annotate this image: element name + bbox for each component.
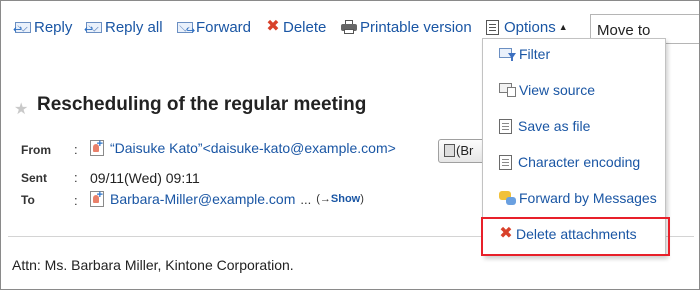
- to-value: + Barbara-Miller@example.com ... (→Show): [90, 190, 364, 207]
- move-to-label: Move to: [597, 22, 651, 39]
- menu-item-character-encoding[interactable]: Character encoding: [499, 152, 640, 172]
- forward-icon: ↪: [177, 21, 195, 36]
- message-body: Attn: Ms. Barbara Miller, Kintone Corpor…: [12, 257, 294, 273]
- sent-label: Sent: [21, 171, 48, 185]
- reply-all-icon: ↩: [84, 21, 102, 35]
- from-label: From: [21, 143, 51, 157]
- sent-value: 09/11(Wed) 09:11: [90, 170, 200, 186]
- delete-label: Delete: [283, 18, 327, 36]
- options-label: Options: [504, 18, 556, 36]
- delete-button[interactable]: ✖ Delete: [266, 17, 326, 37]
- reply-all-label: Reply all: [105, 18, 163, 36]
- reply-icon: ↩: [13, 21, 31, 35]
- filter-icon: [499, 47, 516, 61]
- show-suffix: ): [360, 193, 364, 205]
- show-recipients-link[interactable]: Show: [331, 193, 360, 205]
- menu-item-label: Character encoding: [518, 154, 641, 170]
- star-icon[interactable]: ★: [14, 99, 28, 119]
- printable-version-label: Printable version: [360, 18, 472, 36]
- address-book-label: (Br: [456, 143, 474, 158]
- menu-item-label: Save as file: [518, 118, 591, 134]
- sent-colon: :: [74, 170, 78, 185]
- highlight-box: [481, 217, 670, 256]
- show-recipients: (→Show): [316, 193, 364, 205]
- file-icon: [499, 118, 512, 134]
- forward-label: Forward: [196, 18, 252, 36]
- to-label: To: [21, 193, 35, 207]
- menu-item-label: Filter: [519, 46, 551, 62]
- file-icon: [499, 154, 512, 170]
- address-book-icon: [444, 144, 455, 157]
- to-more: ...: [300, 191, 312, 207]
- forward-button[interactable]: ↪ Forward: [177, 17, 251, 37]
- menu-item-view-source[interactable]: View source: [499, 80, 595, 100]
- message-subject: Rescheduling of the regular meeting: [37, 94, 367, 115]
- menu-item-filter[interactable]: Filter: [499, 44, 550, 64]
- messages-icon: [499, 191, 516, 205]
- options-icon: [486, 19, 499, 35]
- delete-icon: ✖: [266, 18, 280, 35]
- menu-item-forward-by-messages[interactable]: Forward by Messages: [499, 188, 657, 208]
- view-source-icon: [499, 83, 516, 97]
- from-value: + “Daisuke Kato”<daisuke-kato@example.co…: [90, 139, 396, 156]
- reply-label: Reply: [34, 18, 73, 36]
- to-address-link[interactable]: Barbara-Miller@example.com: [110, 191, 295, 207]
- reply-all-button[interactable]: ↩ Reply all: [84, 17, 163, 37]
- show-prefix: (→: [316, 193, 331, 205]
- from-colon: :: [74, 142, 78, 157]
- menu-item-save-as-file[interactable]: Save as file: [499, 116, 590, 136]
- menu-item-label: Forward by Messages: [519, 190, 657, 206]
- printable-version-button[interactable]: Printable version: [341, 17, 472, 37]
- from-address-link[interactable]: “Daisuke Kato”<daisuke-kato@example.com>: [110, 140, 396, 156]
- reply-button[interactable]: ↩ Reply: [13, 17, 73, 37]
- mail-view-window: ↩ Reply ↩ Reply all ↪ Forward ✖ Delete P…: [0, 0, 700, 290]
- printer-icon: [341, 20, 357, 34]
- add-contact-icon[interactable]: +: [90, 190, 104, 207]
- menu-item-label: View source: [519, 82, 596, 98]
- to-colon: :: [74, 193, 78, 208]
- caret-up-icon: ▲: [558, 22, 568, 32]
- add-contact-icon[interactable]: +: [90, 139, 104, 156]
- options-button[interactable]: Options ▲: [486, 17, 568, 37]
